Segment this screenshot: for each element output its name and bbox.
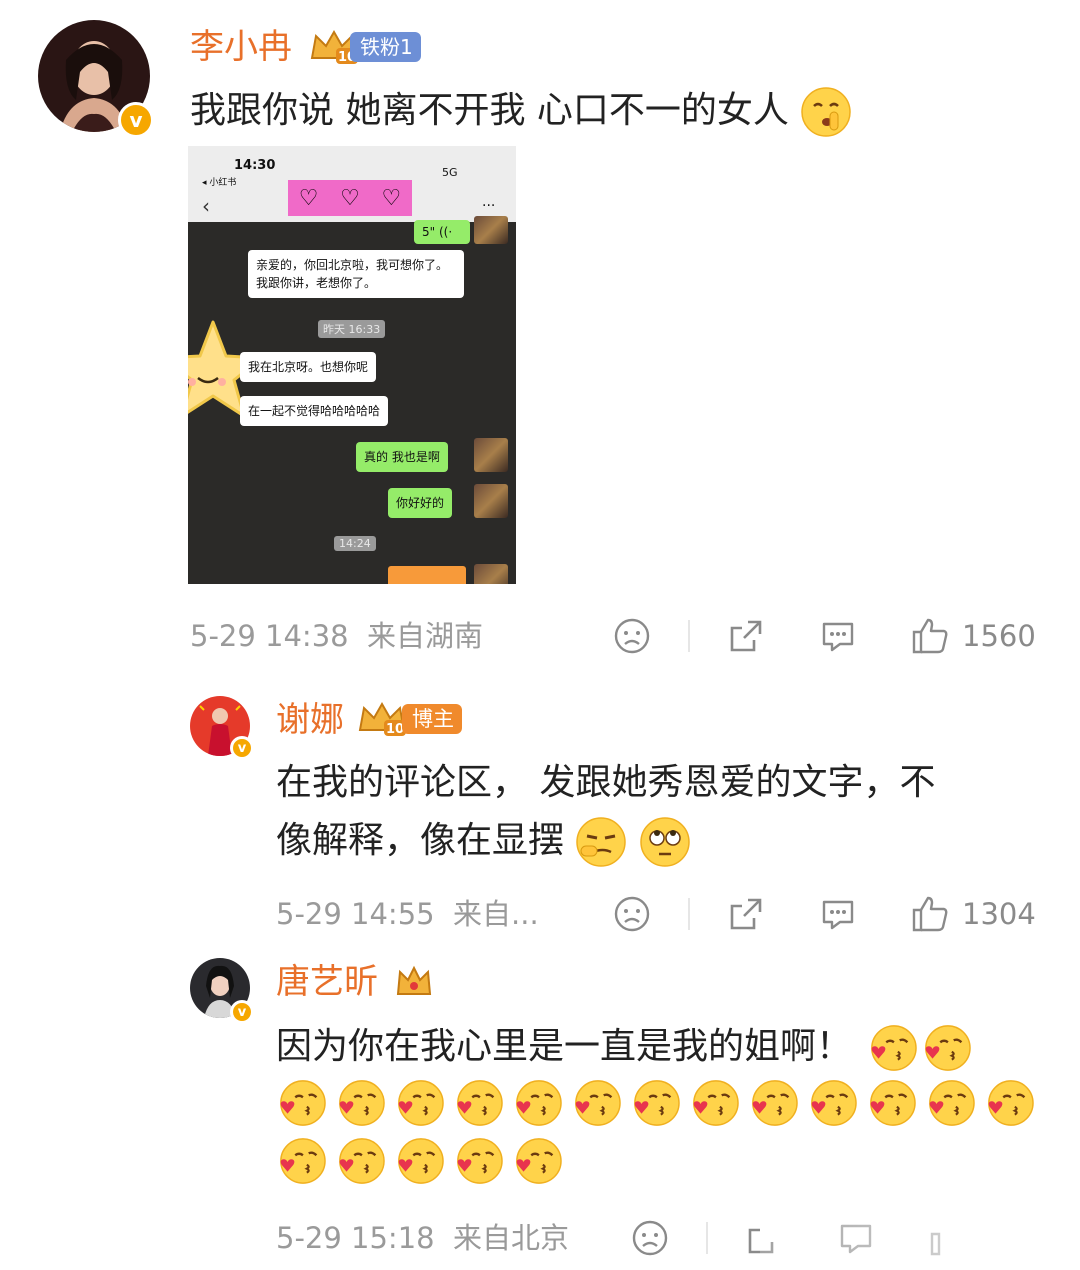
chat-message: 真的 我也是啊 [356, 442, 448, 472]
chat-message: 在一起不觉得哈哈哈哈哈 [240, 396, 389, 426]
dislike-icon [632, 1220, 668, 1256]
more-icon: ··· [482, 198, 496, 214]
dislike-button[interactable] [630, 1218, 670, 1258]
share-button[interactable] [726, 894, 766, 934]
dislike-icon [614, 618, 650, 654]
sticker-hearts-icon: ♡ ♡ ♡ [288, 180, 412, 216]
avatar[interactable]: v [38, 20, 154, 138]
transfer-message [388, 566, 466, 584]
watermark-overlay [760, 1212, 1080, 1270]
status-time: 14:30 [234, 158, 276, 173]
kiss-emoji-icon [516, 1138, 562, 1184]
comment-meta: 5-29 15:18 来自北京 [276, 1221, 570, 1255]
like-count: 1560 [962, 619, 1036, 653]
signal-label: 5G [442, 166, 458, 179]
kiss-emoji-inline [863, 1025, 972, 1071]
kiss-emoji-icon [280, 1080, 326, 1126]
dislike-button[interactable] [612, 616, 652, 656]
like-button[interactable]: 1304 [910, 894, 1036, 934]
avatar [474, 438, 508, 472]
avatar[interactable]: v [190, 696, 254, 760]
emoji-row [276, 1136, 562, 1186]
kiss-emoji-icon [339, 1138, 385, 1184]
share-icon [730, 620, 762, 652]
avatar [474, 564, 508, 584]
kiss-emoji-icon [280, 1138, 326, 1184]
verified-icon: v [230, 1000, 254, 1024]
fan-badge: 铁粉1 [350, 32, 421, 62]
kiss-emoji-icon [871, 1025, 918, 1071]
avatar [474, 216, 508, 244]
back-icon: ‹ [202, 194, 210, 218]
comment-meta: 5-29 14:38 来自湖南 [190, 619, 484, 653]
kiss-emoji-icon [988, 1080, 1034, 1126]
smug-emoji-icon [576, 817, 627, 867]
kiss-emoji-icon [575, 1080, 621, 1126]
verified-icon: v [230, 736, 254, 760]
chat-message: 你好好的 [388, 488, 453, 518]
kiss-emoji-icon [811, 1080, 857, 1126]
kiss-emoji-icon [457, 1138, 503, 1184]
like-count: 1304 [962, 897, 1036, 931]
kiss-emoji-icon [457, 1080, 503, 1126]
kiss-emoji-icon [398, 1080, 444, 1126]
comment-button[interactable] [818, 616, 858, 656]
dislike-icon [614, 896, 650, 932]
chat-message: 亲爱的，你回北京啦，我可想你了。我跟你讲，老想你了。 [248, 250, 464, 298]
like-icon [912, 896, 948, 932]
chat-screenshot-image[interactable]: 14:30 ◂ 小红书 5G ‹ ♡ ♡ ♡ ··· 5" ((· 亲爱的，你回北京… [188, 146, 516, 584]
chat-time: 14:24 [334, 536, 376, 551]
comment-icon [822, 622, 854, 652]
kiss-emoji-icon [870, 1080, 916, 1126]
like-icon [912, 618, 948, 654]
crown-icon: 10 [358, 701, 406, 737]
like-button[interactable]: 1560 [910, 616, 1036, 656]
kiss-emoji-icon [398, 1138, 444, 1184]
emoji-row [276, 1078, 1034, 1128]
username[interactable]: 唐艺昕 [276, 962, 378, 1002]
comment-meta: 5-29 14:55 来自... [276, 897, 539, 931]
comment-text: 在我的评论区， 发跟她秀恩爱的文字，不 像解释，像在显摆 [276, 754, 1056, 870]
username[interactable]: 谢娜 [276, 700, 344, 740]
crown-icon [396, 965, 432, 995]
dislike-button[interactable] [612, 894, 652, 934]
share-icon [730, 898, 762, 930]
action-bar: 1304 [612, 894, 1052, 934]
back-app-label: ◂ 小红书 [202, 178, 237, 188]
comment-icon [822, 900, 854, 930]
chat-time: 昨天 16:33 [318, 320, 386, 338]
comment-text: 我跟你说 她离不开我 心口不一的女人 [190, 82, 1070, 140]
kiss-emoji-icon [929, 1080, 975, 1126]
kiss-emoji-icon [634, 1080, 680, 1126]
action-bar: 1560 [612, 616, 1052, 656]
share-button[interactable] [726, 616, 766, 656]
chat-message: 我在北京呀。也想你呢 [240, 352, 377, 382]
comment-button[interactable] [818, 894, 858, 934]
kiss-emoji-icon [693, 1080, 739, 1126]
eye-roll-emoji-icon [640, 817, 690, 867]
avatar[interactable]: v [190, 958, 254, 1024]
kiss-emoji-icon [516, 1080, 562, 1126]
username[interactable]: 李小冉 [190, 27, 292, 67]
kiss-emoji-icon [339, 1080, 385, 1126]
avatar [474, 484, 508, 518]
verified-icon: v [118, 102, 154, 138]
voice-message: 5" ((· [414, 220, 470, 244]
blogger-badge: 博主 [402, 704, 462, 734]
shush-emoji-icon [801, 87, 852, 137]
comment-text: 因为你在我心里是一直是我的姐啊！ [276, 1018, 1056, 1076]
kiss-emoji-icon [925, 1025, 972, 1071]
kiss-emoji-icon [752, 1080, 798, 1126]
